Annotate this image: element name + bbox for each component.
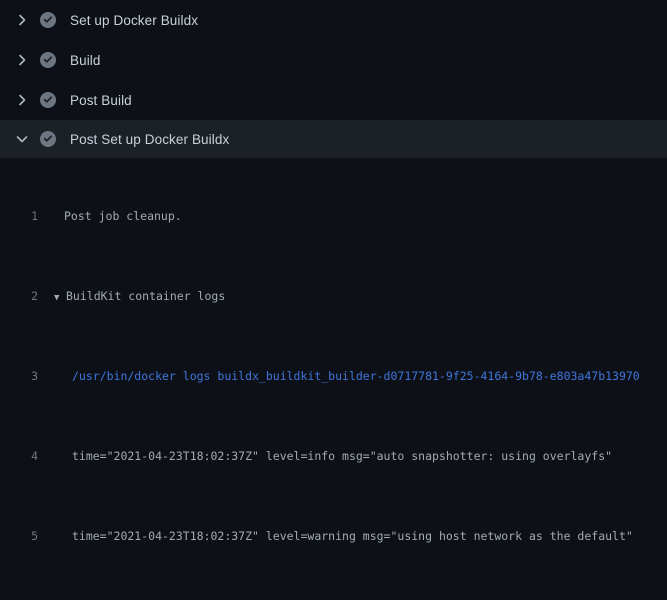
chevron-right-icon xyxy=(14,92,30,108)
step-row-post-set-up-docker-buildx[interactable]: Post Set up Docker Buildx xyxy=(0,120,667,158)
step-row-post-build[interactable]: Post Build xyxy=(0,80,667,120)
log-line-text: /usr/bin/docker logs buildx_buildkit_bui… xyxy=(38,366,640,386)
chevron-right-icon xyxy=(14,52,30,68)
step-label: Build xyxy=(70,53,101,68)
log-line-number[interactable]: 4 xyxy=(0,446,38,466)
step-label: Post Build xyxy=(70,93,132,108)
log-line-text: Post job cleanup. xyxy=(38,206,182,226)
check-circle-icon xyxy=(40,131,56,147)
step-row-build[interactable]: Build xyxy=(0,40,667,80)
log-line-text: time="2021-04-23T18:02:37Z" level=info m… xyxy=(38,446,612,466)
log-line-number[interactable]: 5 xyxy=(0,526,38,546)
chevron-right-icon xyxy=(14,12,30,28)
triangle-down-icon[interactable]: ▼ xyxy=(54,288,66,306)
step-label: Set up Docker Buildx xyxy=(70,13,198,28)
log-line-number[interactable]: 3 xyxy=(0,366,38,386)
check-circle-icon xyxy=(40,12,56,28)
workflow-steps-list: Set up Docker Buildx Build Post Build xyxy=(0,0,667,158)
check-circle-icon xyxy=(40,52,56,68)
check-circle-icon xyxy=(40,92,56,108)
chevron-down-icon xyxy=(14,131,30,147)
log-line-number[interactable]: 2 xyxy=(0,286,38,306)
log-output-area: 1 Post job cleanup. 2 ▼BuildKit containe… xyxy=(0,158,667,600)
log-line-number[interactable]: 1 xyxy=(0,206,38,226)
log-group-toggle[interactable]: ▼BuildKit container logs xyxy=(38,286,225,306)
step-row-set-up-docker-buildx[interactable]: Set up Docker Buildx xyxy=(0,0,667,40)
log-line-text: time="2021-04-23T18:02:37Z" level=warnin… xyxy=(38,526,633,546)
step-label: Post Set up Docker Buildx xyxy=(70,132,229,147)
